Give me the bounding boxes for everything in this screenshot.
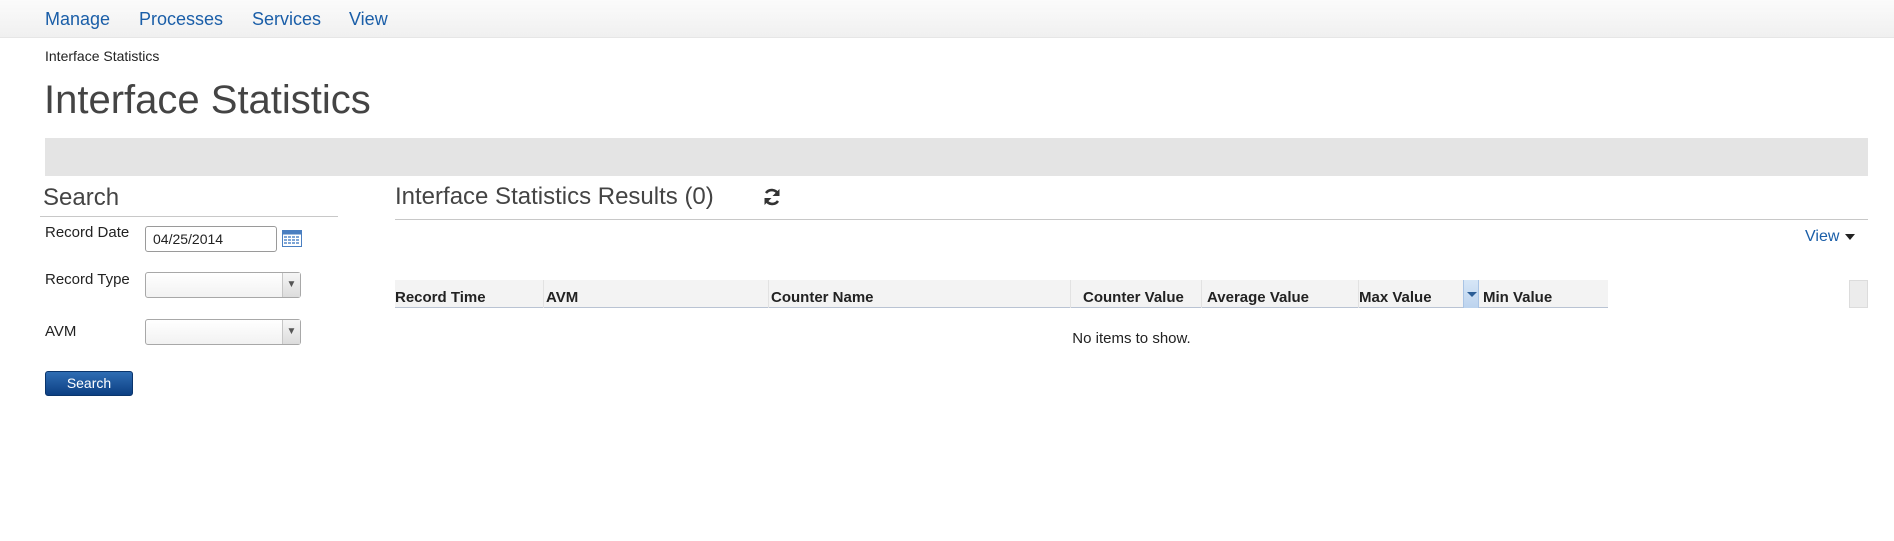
- nav-manage[interactable]: Manage: [45, 9, 110, 30]
- breadcrumb: Interface Statistics: [45, 48, 160, 64]
- column-chooser-button[interactable]: [1849, 280, 1868, 308]
- search-button[interactable]: Search: [45, 371, 133, 396]
- message-bar: [45, 138, 1868, 176]
- avm-label: AVM: [45, 323, 77, 340]
- page-title: Interface Statistics: [44, 78, 371, 122]
- column-header-avm[interactable]: AVM: [546, 289, 578, 306]
- avm-select[interactable]: ▼: [145, 319, 301, 345]
- search-panel-title: Search: [43, 184, 120, 211]
- column-header-counter-name[interactable]: Counter Name: [771, 289, 874, 306]
- view-menu-button[interactable]: View: [1805, 228, 1856, 246]
- record-type-label: Record Type: [45, 271, 130, 288]
- column-separator: [1070, 280, 1071, 308]
- column-header-average-value[interactable]: Average Value: [1207, 289, 1309, 306]
- nav-view[interactable]: View: [349, 9, 388, 30]
- caret-down-icon: [1845, 233, 1856, 240]
- refresh-icon[interactable]: [762, 187, 782, 207]
- record-date-label: Record Date: [45, 224, 130, 241]
- empty-results-message: No items to show.: [1072, 330, 1191, 347]
- record-type-select[interactable]: ▼: [145, 272, 301, 298]
- top-nav: Manage Processes Services View: [0, 0, 1894, 38]
- column-separator: [768, 280, 769, 308]
- column-separator: [1201, 280, 1202, 308]
- record-date-input[interactable]: [145, 226, 277, 252]
- chevron-down-icon[interactable]: ▼: [282, 320, 300, 344]
- column-header-max-value[interactable]: Max Value: [1359, 289, 1432, 306]
- nav-processes[interactable]: Processes: [139, 9, 223, 30]
- calendar-icon[interactable]: [282, 230, 302, 247]
- nav-services[interactable]: Services: [252, 9, 321, 30]
- results-divider: [395, 219, 1868, 220]
- results-table-header: Record Time AVM Counter Name Counter Val…: [395, 280, 1608, 308]
- column-separator: [543, 280, 544, 308]
- column-header-counter-value[interactable]: Counter Value: [1083, 289, 1184, 306]
- column-header-record-time[interactable]: Record Time: [395, 289, 486, 306]
- results-title: Interface Statistics Results (0): [395, 183, 714, 210]
- sort-arrow-icon: [1467, 292, 1477, 297]
- search-divider: [40, 216, 338, 217]
- sort-indicator[interactable]: [1463, 280, 1479, 308]
- column-header-min-value[interactable]: Min Value: [1483, 289, 1552, 306]
- view-menu-label: View: [1805, 228, 1840, 245]
- chevron-down-icon[interactable]: ▼: [282, 273, 300, 297]
